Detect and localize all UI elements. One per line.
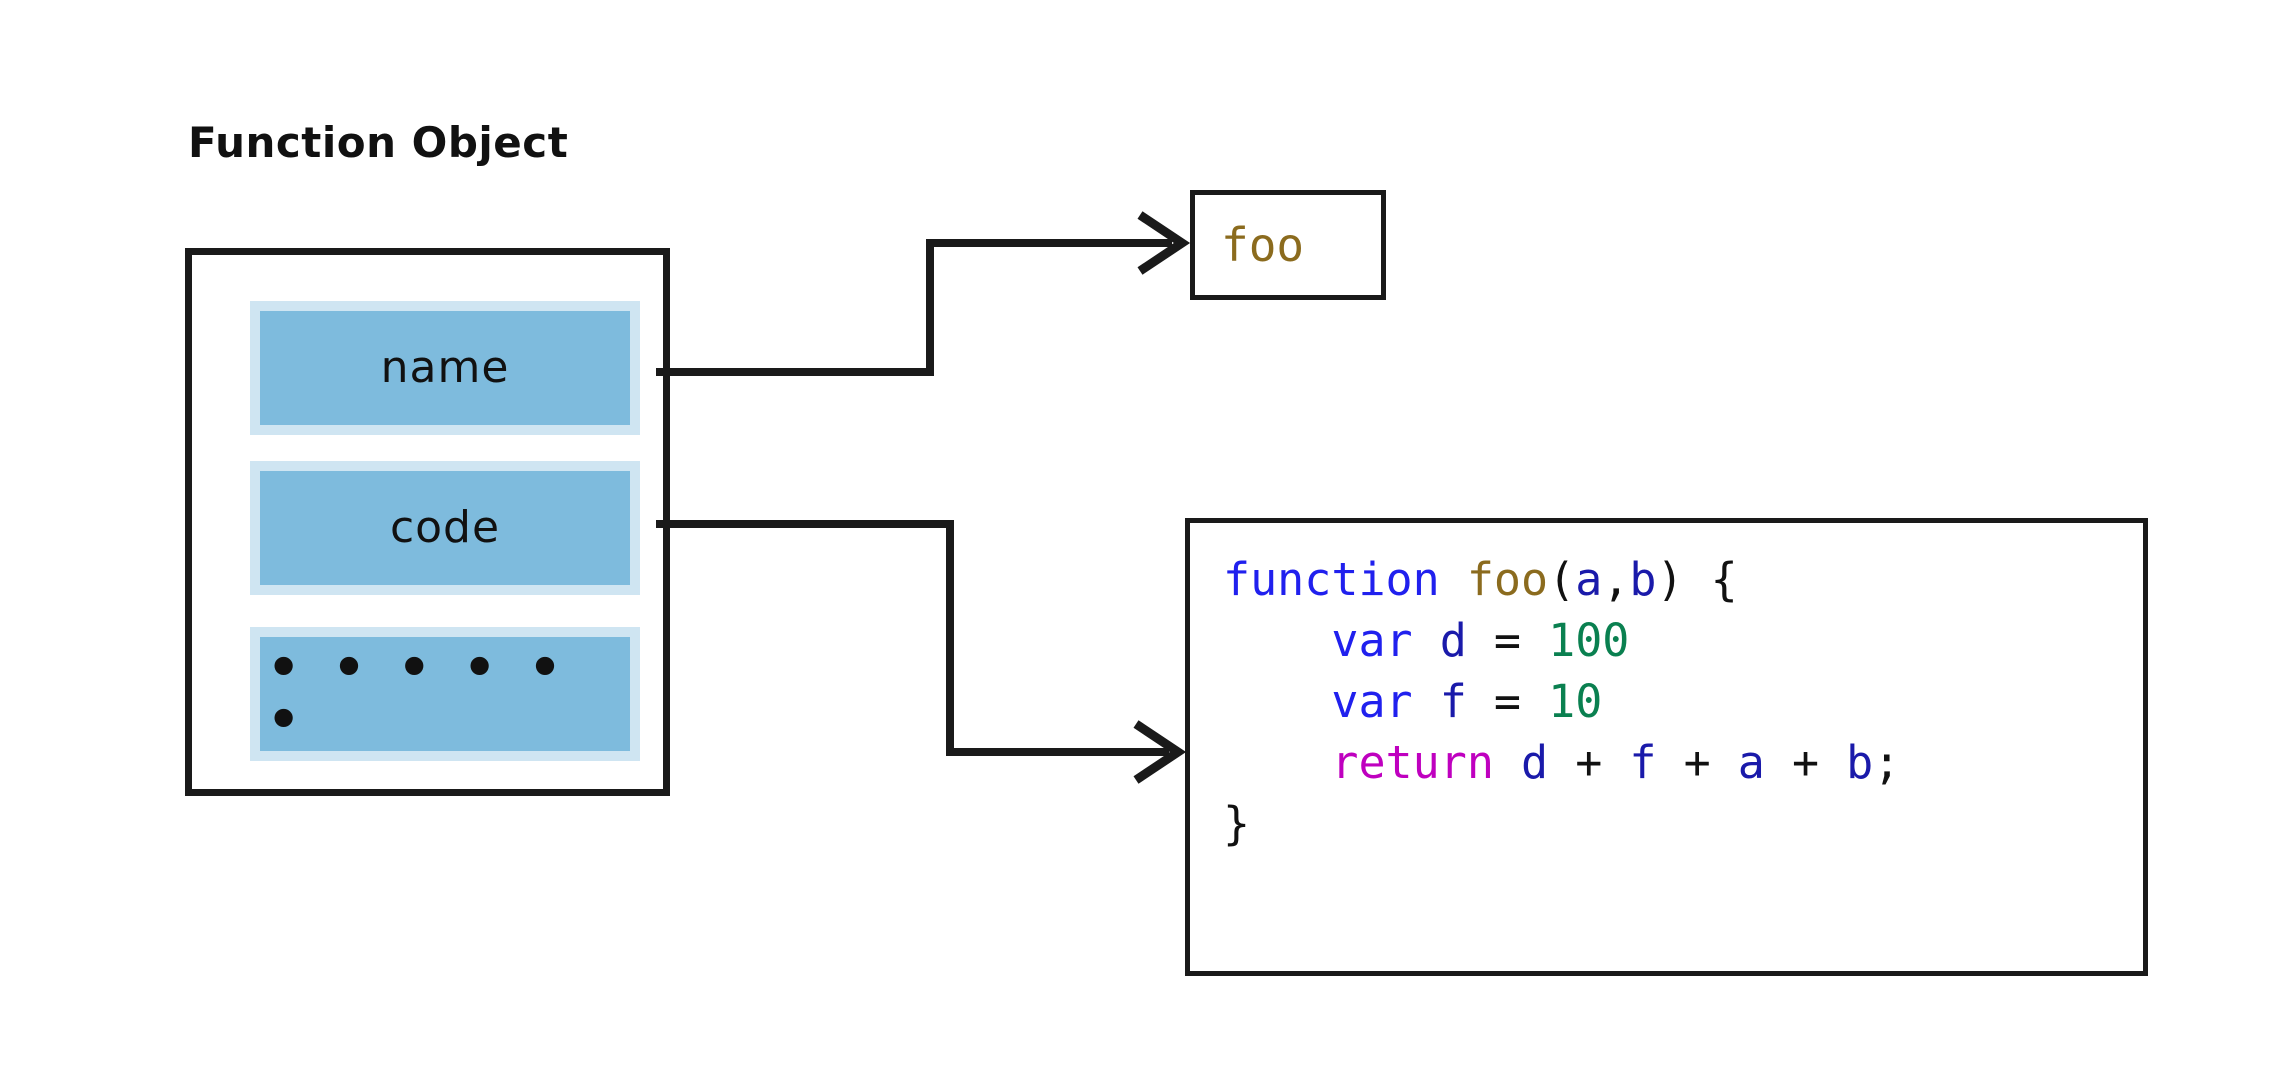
code-token-identifier: d: [1439, 614, 1467, 667]
code-token-punct: ) {: [1656, 553, 1738, 606]
code-token-identifier: a: [1575, 553, 1603, 606]
code-token-keyword: var: [1331, 675, 1413, 728]
code-token-keyword: var: [1331, 614, 1413, 667]
name-value-box: foo: [1190, 190, 1386, 300]
code-value-box: function foo(a,b) { var d = 100 var f = …: [1185, 518, 2148, 976]
code-line: function foo(a,b) {: [1223, 549, 2143, 610]
code-token-keyword: function: [1223, 553, 1440, 606]
code-token-identifier: b: [1629, 553, 1657, 606]
property-slot-ellipsis[interactable]: • • • • • •: [250, 627, 640, 761]
code-line: }: [1223, 793, 2143, 854]
code-token-punct: ,: [1602, 553, 1630, 606]
property-slot-code[interactable]: code: [250, 461, 640, 595]
connector-code-to-codebox: [656, 520, 1187, 784]
ellipsis-dots-label: • • • • • •: [267, 638, 569, 750]
code-token-number: 100: [1548, 614, 1630, 667]
property-slot-code-label: code: [389, 502, 501, 553]
function-object-container: name code • • • • • •: [185, 248, 670, 796]
code-token-punct: +: [1656, 736, 1738, 789]
code-token-identifier: a: [1737, 736, 1765, 789]
code-token-punct: +: [1764, 736, 1847, 789]
code-listing: function foo(a,b) { var d = 100 var f = …: [1223, 549, 2143, 854]
property-slot-name[interactable]: name: [250, 301, 640, 435]
code-token-punct: +: [1548, 736, 1630, 789]
code-token-identifier: b: [1846, 736, 1874, 789]
page-title: Function Object: [188, 118, 569, 167]
code-token-punct: ;: [1873, 736, 1901, 789]
code-token-punct: (: [1548, 553, 1576, 606]
code-line: var d = 100: [1223, 610, 2143, 671]
code-line: return d + f + a + b;: [1223, 732, 2143, 793]
connector-name-to-foo: [656, 211, 1191, 376]
code-token-identifier: f: [1439, 675, 1467, 728]
name-value-text: foo: [1221, 218, 1305, 272]
property-slot-name-label: name: [380, 342, 510, 393]
diagram-canvas: Function Object name code • • • • • • fo…: [0, 0, 2284, 1073]
code-token-identifier: f: [1629, 736, 1657, 789]
code-token-punct: =: [1466, 675, 1549, 728]
code-token-punct: }: [1223, 797, 1251, 850]
code-line: var f = 10: [1223, 671, 2143, 732]
code-token-number: 10: [1548, 675, 1603, 728]
code-token-punct: =: [1466, 614, 1549, 667]
code-token-identifier: d: [1521, 736, 1549, 789]
code-token-function-name: foo: [1466, 553, 1549, 606]
code-token-return-keyword: return: [1331, 736, 1494, 789]
